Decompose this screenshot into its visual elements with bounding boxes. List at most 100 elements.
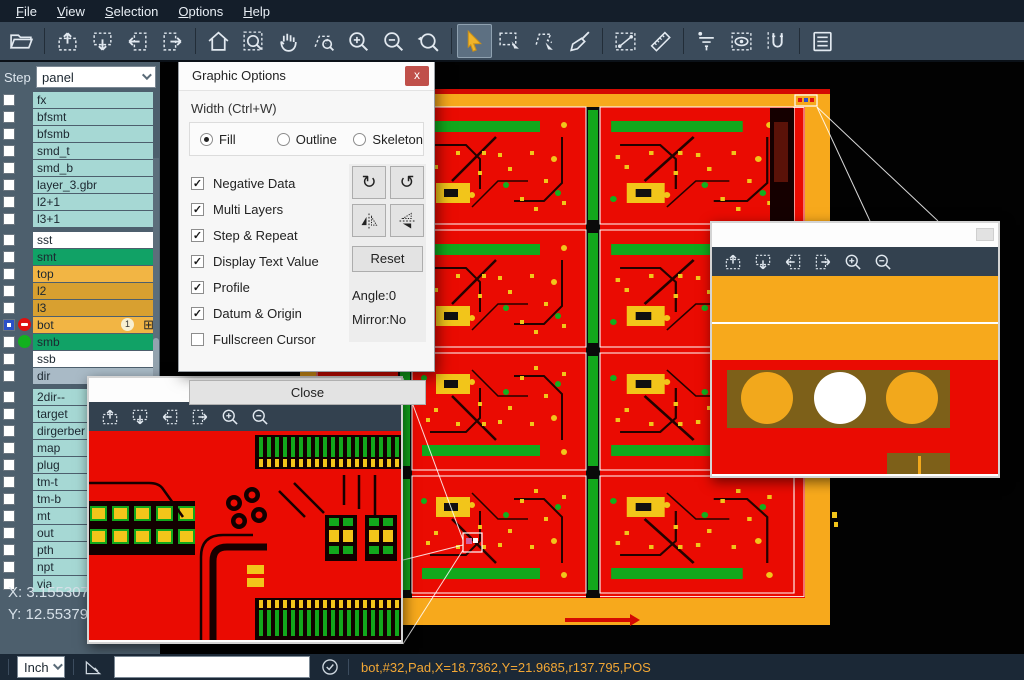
reset-button[interactable]: Reset <box>352 246 423 272</box>
layer-name[interactable]: l3+1 <box>33 211 153 227</box>
pan-down-button[interactable] <box>748 249 778 275</box>
checkbox-icon[interactable] <box>191 333 204 346</box>
magnifier-menu-button[interactable] <box>976 228 994 241</box>
dialog-close-button[interactable]: x <box>405 66 429 86</box>
layer-checkbox[interactable] <box>3 370 15 382</box>
zoom-in-button[interactable] <box>341 24 376 58</box>
rotate-cw-button[interactable]: ↻ <box>352 166 386 199</box>
checkbox-icon[interactable]: ✓ <box>191 255 204 268</box>
layer-checkbox[interactable] <box>3 544 15 556</box>
magnifier-window-left[interactable] <box>87 376 403 644</box>
open-file-button[interactable] <box>4 24 39 58</box>
select-tool-button[interactable] <box>457 24 492 58</box>
layer-row-fx[interactable]: fx <box>0 92 160 108</box>
layer-checkbox[interactable] <box>3 285 15 297</box>
layer-checkbox[interactable] <box>3 128 15 140</box>
checkbox-icon[interactable]: ✓ <box>191 307 204 320</box>
layer-checkbox[interactable] <box>3 145 15 157</box>
checkbox-icon[interactable]: ✓ <box>191 229 204 242</box>
layer-name[interactable]: sst <box>33 232 153 248</box>
zoom-home-button[interactable] <box>201 24 236 58</box>
zoom-out-button[interactable] <box>868 249 898 275</box>
layer-checkbox[interactable] <box>3 459 15 471</box>
zoom-in-button[interactable] <box>838 249 868 275</box>
zoom-out-button[interactable] <box>245 404 275 430</box>
layer-checkbox[interactable] <box>3 179 15 191</box>
layer-checkbox[interactable] <box>3 476 15 488</box>
zoom-object-button[interactable] <box>306 24 341 58</box>
menu-options[interactable]: Options <box>168 2 233 21</box>
layer-checkbox[interactable] <box>3 561 15 573</box>
pan-down-button[interactable] <box>85 24 120 58</box>
layer-row-bfsmt[interactable]: bfsmt <box>0 109 160 125</box>
layer-checkbox[interactable] <box>3 425 15 437</box>
layer-checkbox[interactable] <box>3 196 15 208</box>
active-layer-indicator-icon[interactable] <box>18 318 31 331</box>
layer-checkbox[interactable] <box>3 111 15 123</box>
ruler-button[interactable] <box>643 24 678 58</box>
layer-name[interactable]: bfsmb <box>33 126 153 142</box>
filter-button[interactable] <box>689 24 724 58</box>
select-rectangle-button[interactable] <box>492 24 527 58</box>
layer-checkbox[interactable] <box>3 94 15 106</box>
radio-dot-icon[interactable] <box>353 133 366 146</box>
radio-outline[interactable]: Outline <box>277 132 344 147</box>
checkbox-datum-origin[interactable]: ✓Datum & Origin <box>191 300 319 326</box>
menu-help[interactable]: Help <box>233 2 280 21</box>
layer-checkbox[interactable] <box>3 213 15 225</box>
layer-name[interactable]: smt <box>33 249 153 265</box>
pan-up-button[interactable] <box>95 404 125 430</box>
pan-hand-button[interactable] <box>271 24 306 58</box>
measure-distance-button[interactable] <box>608 24 643 58</box>
layer-checkbox[interactable] <box>3 302 15 314</box>
command-input[interactable] <box>114 656 310 678</box>
layer-name[interactable]: l2+1 <box>33 194 153 210</box>
layer-name[interactable]: ssb <box>33 351 153 367</box>
zoom-window-button[interactable] <box>236 24 271 58</box>
magnifier-titlebar[interactable] <box>712 223 998 247</box>
layer-name[interactable]: smd_b <box>33 160 153 176</box>
layer-row-layer-3-gbr[interactable]: layer_3.gbr <box>0 177 160 193</box>
close-button[interactable]: Close <box>189 380 426 405</box>
layer-row-l2-1[interactable]: l2+1 <box>0 194 160 210</box>
checkbox-icon[interactable]: ✓ <box>191 281 204 294</box>
layer-checkbox[interactable] <box>3 336 15 348</box>
checkbox-fullscreen-cursor[interactable]: Fullscreen Cursor <box>191 326 319 352</box>
pan-right-button[interactable] <box>808 249 838 275</box>
select-polygon-button[interactable] <box>527 24 562 58</box>
zoom-out-button[interactable] <box>376 24 411 58</box>
flip-vertical-button[interactable] <box>390 204 424 237</box>
pan-left-button[interactable] <box>778 249 808 275</box>
clear-highlight-button[interactable] <box>562 24 597 58</box>
layer-row-bfsmb[interactable]: bfsmb <box>0 126 160 142</box>
layer-row-l3[interactable]: l3 <box>0 300 160 316</box>
step-selector[interactable]: panel <box>36 66 156 88</box>
pan-up-button[interactable] <box>718 249 748 275</box>
layer-checkbox[interactable] <box>3 319 15 331</box>
layer-name[interactable]: smb <box>33 334 153 350</box>
layer-name[interactable]: l2 <box>33 283 153 299</box>
layer-checkbox[interactable] <box>3 391 15 403</box>
radio-skeleton[interactable]: Skeleton <box>353 132 423 147</box>
pan-up-button[interactable] <box>50 24 85 58</box>
layer-row-bot[interactable]: bot1⊞ <box>0 317 160 333</box>
layer-checkbox[interactable] <box>3 353 15 365</box>
layer-checkbox[interactable] <box>3 510 15 522</box>
pan-right-button[interactable] <box>185 404 215 430</box>
pan-left-button[interactable] <box>155 404 185 430</box>
magnifier-view[interactable] <box>712 276 998 474</box>
checkbox-display-text-value[interactable]: ✓Display Text Value <box>191 248 319 274</box>
layer-checkbox[interactable] <box>3 162 15 174</box>
layer-name[interactable]: l3 <box>33 300 153 316</box>
menu-selection[interactable]: Selection <box>95 2 168 21</box>
report-button[interactable] <box>805 24 840 58</box>
layer-row-smb[interactable]: smb <box>0 334 160 350</box>
layer-checkbox[interactable] <box>3 234 15 246</box>
radio-dot-icon[interactable] <box>277 133 290 146</box>
layer-checkbox[interactable] <box>3 527 15 539</box>
angle-mode-icon[interactable] <box>82 657 104 677</box>
layer-row-sst[interactable]: sst <box>0 232 160 248</box>
layer-name[interactable]: smd_t <box>33 143 153 159</box>
menu-view[interactable]: View <box>47 2 95 21</box>
zoom-previous-button[interactable] <box>411 24 446 58</box>
